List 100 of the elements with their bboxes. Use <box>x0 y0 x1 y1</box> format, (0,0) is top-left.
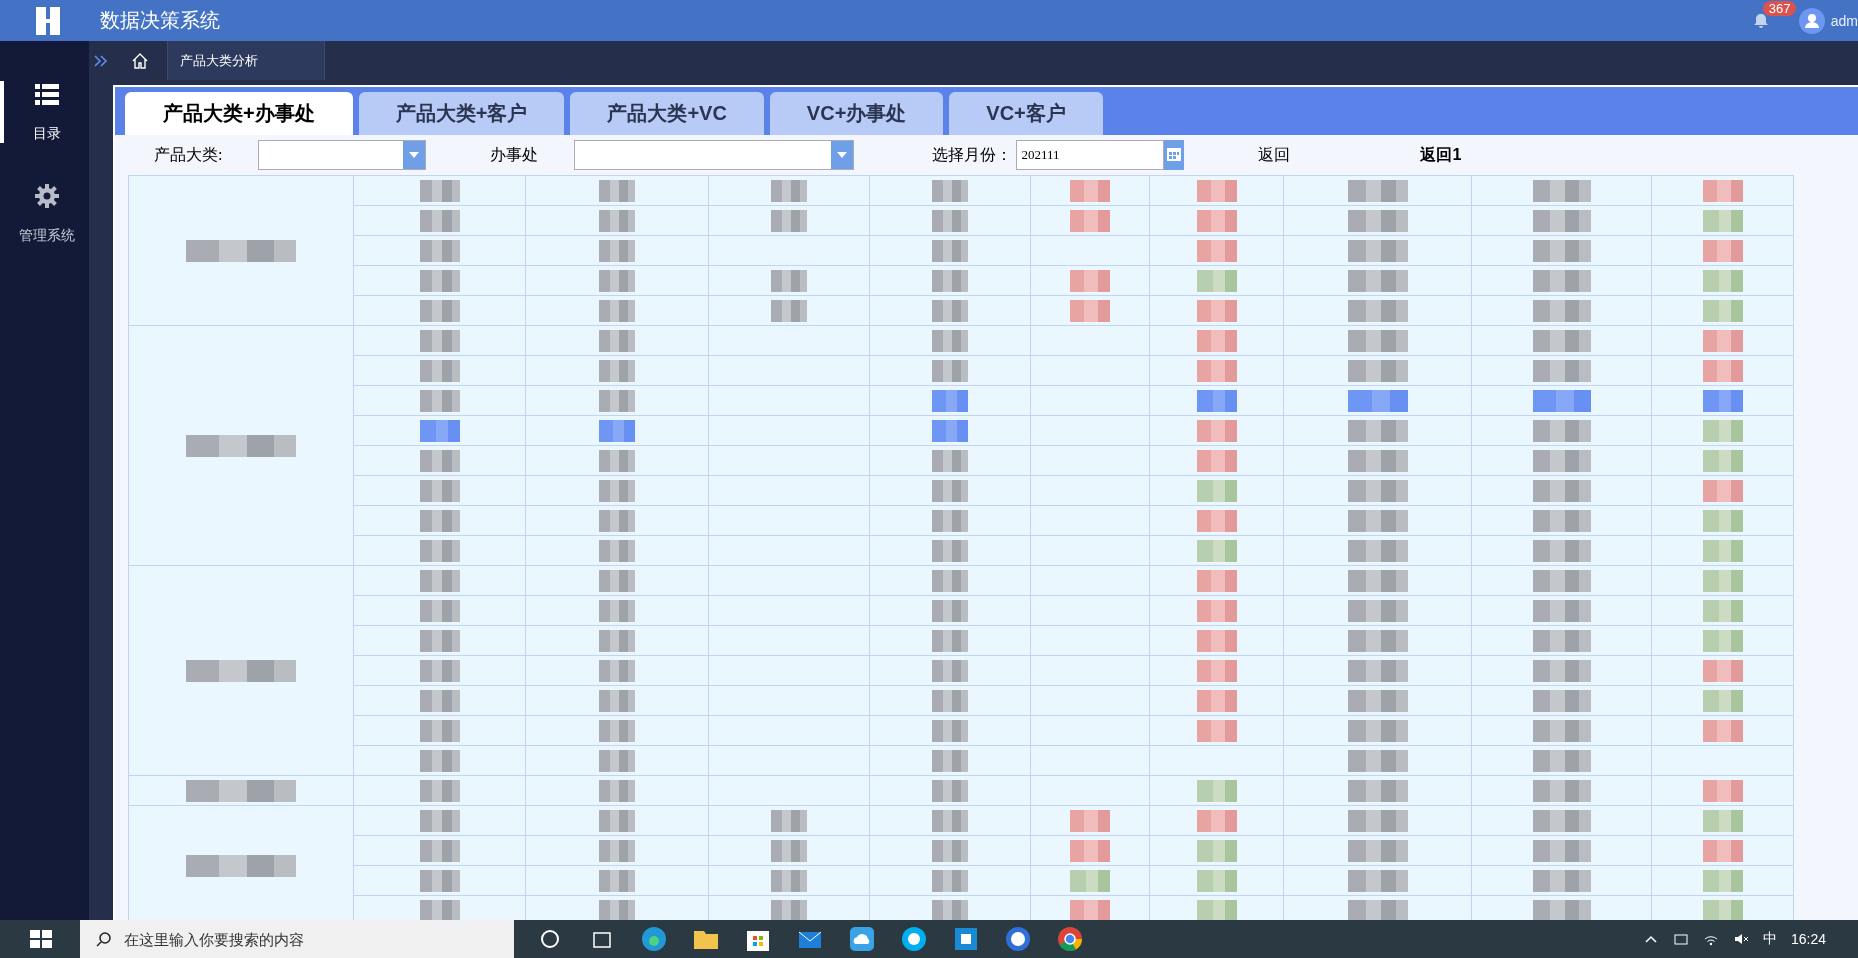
masked-value <box>1347 569 1408 592</box>
tab[interactable]: VC+客户 <box>949 92 1103 135</box>
caret-icon <box>409 152 420 158</box>
masked-value <box>932 419 968 442</box>
back-link[interactable]: 返回1 <box>1420 144 1462 166</box>
masked-value <box>1196 569 1237 592</box>
masked-value <box>1196 389 1237 412</box>
masked-value <box>1702 839 1743 862</box>
masked-value <box>419 359 460 382</box>
masked-value <box>1532 839 1591 862</box>
clock: 16:24 <box>1790 931 1826 947</box>
avatar-icon[interactable] <box>1798 7 1825 34</box>
app-icon[interactable] <box>1004 925 1032 953</box>
masked-value <box>599 329 635 352</box>
masked-value <box>1347 359 1408 382</box>
masked-value <box>1196 719 1237 742</box>
masked-value <box>932 869 968 892</box>
masked-value <box>932 659 968 682</box>
masked-value <box>1532 749 1591 772</box>
masked-value <box>1196 599 1237 622</box>
taskbar-search-field[interactable]: 在这里输入你要搜索的内容 <box>80 920 514 958</box>
masked-value <box>1702 299 1743 322</box>
masked-value <box>1347 779 1408 802</box>
office-dropdown[interactable] <box>574 140 855 170</box>
masked-value <box>419 209 460 232</box>
masked-value <box>419 689 460 712</box>
masked-value <box>1702 239 1743 262</box>
sidebar-item[interactable]: 管理系统 <box>0 183 89 245</box>
masked-value <box>932 179 968 202</box>
masked-value <box>599 239 635 262</box>
calendar-icon[interactable] <box>1164 140 1185 170</box>
masked-value <box>932 719 968 742</box>
masked-value <box>1196 869 1237 892</box>
masked-value <box>599 689 635 712</box>
masked-value <box>1532 689 1591 712</box>
masked-value <box>1347 329 1408 352</box>
month-field[interactable]: 202111 <box>1016 140 1165 170</box>
mute-icon[interactable] <box>1732 931 1749 947</box>
masked-value <box>1347 629 1408 652</box>
masked-value <box>1070 209 1110 232</box>
masked-value <box>1347 719 1408 742</box>
masked-value <box>771 809 807 832</box>
masked-value <box>419 569 460 592</box>
masked-value <box>1532 629 1591 652</box>
filter-label: 选择月份： <box>932 144 1013 165</box>
windows-icon[interactable] <box>30 930 52 948</box>
back-link[interactable]: 返回 <box>1258 144 1291 166</box>
tab[interactable]: 产品大类+客户 <box>358 92 565 135</box>
chat-icon[interactable] <box>900 925 928 953</box>
browser-icon[interactable] <box>640 925 668 953</box>
masked-value <box>932 569 968 592</box>
page-tab[interactable]: 产品大类分析 <box>167 41 325 80</box>
masked-value <box>1532 179 1591 202</box>
chrome-icon[interactable] <box>1056 925 1084 953</box>
masked-value <box>599 179 635 202</box>
settings-icon <box>33 183 60 209</box>
masked-value <box>1347 659 1408 682</box>
masked-value <box>1532 239 1591 262</box>
app-title: 数据决策系统 <box>100 8 221 33</box>
masked-value <box>419 299 460 322</box>
masked-value <box>1196 629 1237 652</box>
masked-value <box>1196 539 1237 562</box>
masked-value <box>419 839 460 862</box>
masked-value <box>1196 689 1237 712</box>
app-icon[interactable] <box>952 925 980 953</box>
masked-value <box>419 659 460 682</box>
masked-value <box>1347 179 1408 202</box>
masked-value <box>1532 389 1591 412</box>
battery-icon[interactable] <box>1672 931 1689 947</box>
masked-value <box>1532 779 1591 802</box>
masked-value <box>1070 899 1110 920</box>
bell-icon[interactable] <box>1752 12 1769 29</box>
masked-value <box>599 479 635 502</box>
masked-value <box>1532 719 1591 742</box>
masked-value <box>419 749 460 772</box>
cloud-icon[interactable] <box>848 925 876 953</box>
masked-value <box>419 449 460 472</box>
masked-value <box>1702 209 1743 232</box>
home-icon[interactable] <box>131 51 149 70</box>
masked-value <box>1702 509 1743 532</box>
masked-value <box>1347 839 1408 862</box>
tab[interactable]: 产品大类+VC <box>570 92 764 135</box>
masked-value <box>1070 869 1110 892</box>
masked-value <box>599 569 635 592</box>
masked-value <box>419 239 460 262</box>
masked-value <box>932 899 968 920</box>
tab[interactable]: VC+办事处 <box>769 92 944 135</box>
masked-value <box>932 449 968 472</box>
tab[interactable]: 产品大类+办事处 <box>125 92 353 135</box>
category-dropdown[interactable] <box>258 140 427 170</box>
masked-value <box>932 599 968 622</box>
input-method[interactable]: 中 <box>1762 930 1777 948</box>
masked-value <box>1702 809 1743 832</box>
masked-value <box>1196 329 1237 352</box>
list-icon <box>33 81 60 107</box>
masked-value <box>1196 179 1237 202</box>
expand-icon[interactable] <box>93 52 109 69</box>
masked-value <box>419 509 460 532</box>
masked-value <box>1347 689 1408 712</box>
user-name[interactable]: adm <box>1830 12 1858 29</box>
